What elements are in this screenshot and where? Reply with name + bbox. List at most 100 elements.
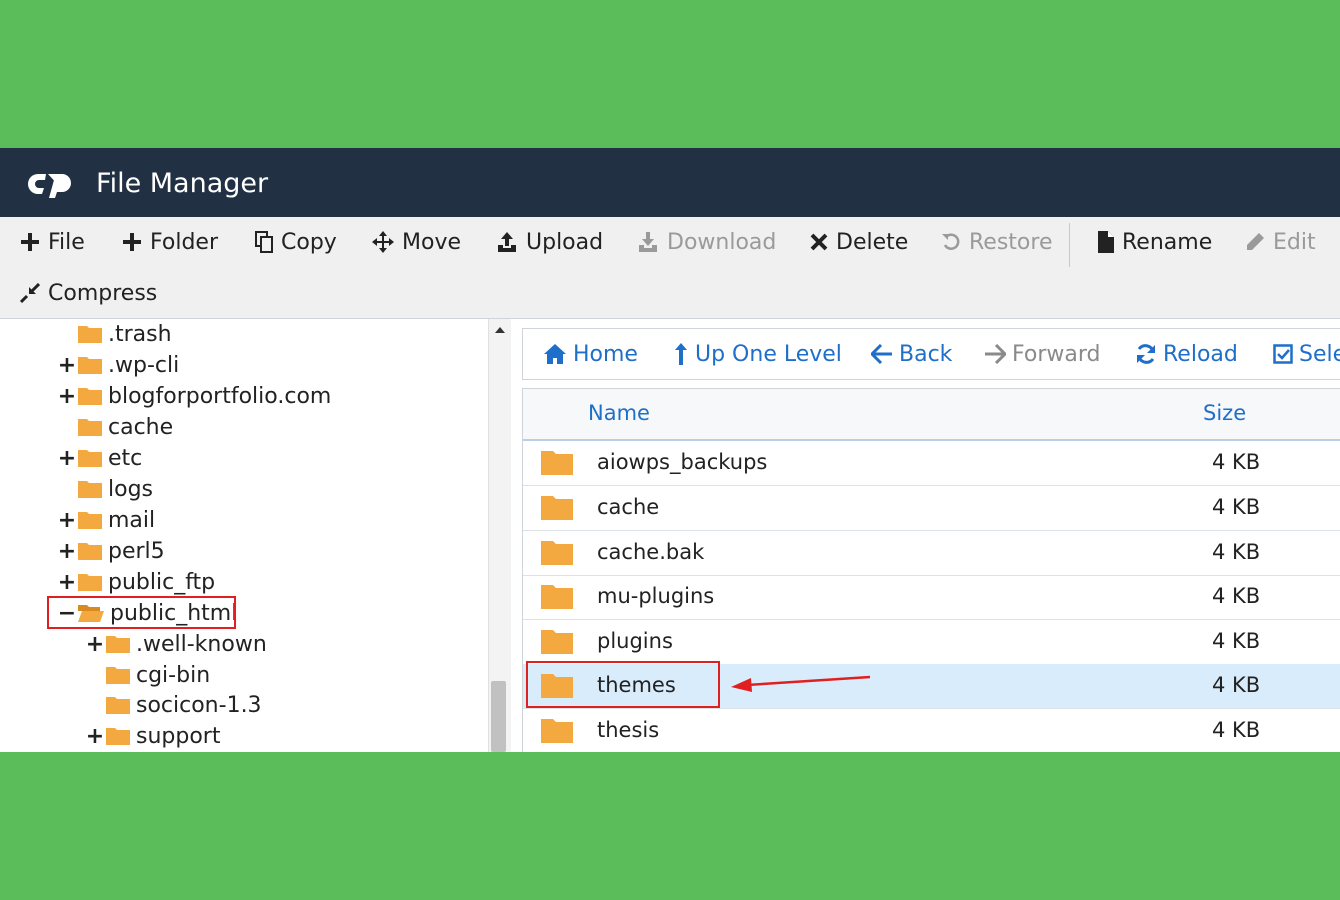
checkbox-icon xyxy=(1273,344,1293,364)
column-header-size[interactable]: Size xyxy=(1203,401,1246,425)
tree-item-trash[interactable]: .trash xyxy=(56,319,172,349)
up-one-level-button[interactable]: Up One Level xyxy=(673,329,842,379)
tree-item-label: etc xyxy=(108,445,143,471)
copy-icon xyxy=(255,231,273,253)
file-row[interactable]: mu-plugins 4 KB xyxy=(523,575,1340,620)
copy-button[interactable]: Copy xyxy=(255,217,337,267)
column-header-name[interactable]: Name xyxy=(588,401,650,425)
file-row[interactable]: aiowps_backups 4 KB xyxy=(523,441,1340,486)
tree-expander[interactable]: + xyxy=(56,539,78,564)
tree-item-support[interactable]: + support xyxy=(84,721,221,751)
toolbar: File Folder Copy Move Upload Download De… xyxy=(0,217,1340,319)
tree-item-label: blogforportfolio.com xyxy=(108,383,332,409)
folder-icon xyxy=(541,630,573,654)
tree-expander[interactable]: + xyxy=(56,384,78,409)
folder-icon xyxy=(78,543,102,560)
file-size: 4 KB xyxy=(1212,540,1261,564)
download-label: Download xyxy=(667,229,777,255)
delete-button[interactable]: Delete xyxy=(810,217,908,267)
arrow-up-icon xyxy=(675,343,687,365)
tree-expander[interactable]: + xyxy=(56,353,78,378)
file-row[interactable]: cache.bak 4 KB xyxy=(523,531,1340,576)
tree-item-cgi-bin[interactable]: cgi-bin xyxy=(84,660,210,690)
compress-label: Compress xyxy=(48,280,158,306)
file-row[interactable]: thesis 4 KB xyxy=(523,709,1340,752)
select-all-label: Sele xyxy=(1299,341,1340,367)
forward-label: Forward xyxy=(1012,341,1101,367)
pencil-icon xyxy=(1247,233,1264,250)
tree-expander[interactable]: + xyxy=(56,446,78,471)
tree-item-logs[interactable]: logs xyxy=(56,474,153,504)
folder-icon xyxy=(78,512,102,529)
back-label: Back xyxy=(899,341,953,367)
arrow-right-icon xyxy=(985,344,1006,364)
tree-item-label: .well-known xyxy=(136,631,267,657)
tree-scrollbar[interactable] xyxy=(488,319,511,752)
new-folder-button[interactable]: Folder xyxy=(122,217,218,267)
tree-expander[interactable]: + xyxy=(84,632,106,657)
edit-button[interactable]: Edit xyxy=(1245,217,1316,267)
restore-button[interactable]: Restore xyxy=(941,217,1052,267)
file-name: plugins xyxy=(597,629,673,653)
tree-item-public-ftp[interactable]: + public_ftp xyxy=(56,567,215,597)
file-size: 4 KB xyxy=(1212,584,1261,608)
undo-icon xyxy=(942,233,960,250)
tree-item-socicon[interactable]: socicon-1.3 xyxy=(84,690,262,720)
restore-label: Restore xyxy=(969,229,1053,255)
new-file-label: File xyxy=(48,229,85,255)
tree-item-cache[interactable]: cache xyxy=(56,412,173,442)
folder-icon xyxy=(106,728,130,745)
tree-expander[interactable]: + xyxy=(56,508,78,533)
up-one-level-label: Up One Level xyxy=(695,341,842,367)
tree-item-wp-cli[interactable]: + .wp-cli xyxy=(56,350,179,380)
folder-icon xyxy=(106,636,130,653)
file-size: 4 KB xyxy=(1212,673,1261,697)
tree-item-perl5[interactable]: + perl5 xyxy=(56,536,165,566)
folder-icon xyxy=(78,357,102,374)
tree-item-label: public_ftp xyxy=(108,569,216,595)
new-folder-label: Folder xyxy=(150,229,218,255)
move-button[interactable]: Move xyxy=(372,217,461,267)
arrow-left-icon xyxy=(871,344,892,364)
compress-button[interactable]: Compress xyxy=(20,268,157,318)
file-manager-window: File Manager File Folder Copy Move Uploa… xyxy=(0,148,1340,752)
directory-tree: .trash + .wp-cli + blogforportfolio.com … xyxy=(0,319,488,752)
app-title: File Manager xyxy=(96,168,269,199)
upload-button[interactable]: Upload xyxy=(496,217,603,267)
scroll-up-arrow-icon[interactable] xyxy=(495,327,505,333)
annotation-arrow-icon xyxy=(731,675,871,692)
tree-item-blogforportfolio[interactable]: + blogforportfolio.com xyxy=(56,381,332,411)
file-row[interactable]: cache 4 KB xyxy=(523,486,1340,531)
back-button[interactable]: Back xyxy=(871,329,952,379)
rename-button[interactable]: Rename xyxy=(1098,217,1212,267)
tree-expander[interactable]: + xyxy=(84,724,106,749)
copy-label: Copy xyxy=(281,229,337,255)
file-name: cache.bak xyxy=(597,540,705,564)
tree-item-label: logs xyxy=(108,476,153,502)
tree-item-label: .wp-cli xyxy=(108,352,180,378)
refresh-icon xyxy=(1137,344,1155,364)
download-button[interactable]: Download xyxy=(637,217,776,267)
reload-button[interactable]: Reload xyxy=(1135,329,1238,379)
select-all-button[interactable]: Sele xyxy=(1273,329,1340,379)
tree-item-well-known[interactable]: + .well-known xyxy=(84,629,267,659)
home-icon xyxy=(544,344,566,364)
home-button[interactable]: Home xyxy=(543,329,638,379)
navigation-bar: Home Up One Level Back Forward Reload Se… xyxy=(522,328,1340,380)
new-file-button[interactable]: File xyxy=(20,217,85,267)
document-icon xyxy=(1098,231,1114,253)
tree-item-label: cache xyxy=(108,414,174,440)
file-row[interactable]: plugins 4 KB xyxy=(523,620,1340,665)
tree-item-etc[interactable]: + etc xyxy=(56,443,142,473)
edit-label: Edit xyxy=(1273,229,1316,255)
download-icon xyxy=(639,232,657,252)
folder-icon xyxy=(78,419,102,436)
tree-item-label: .trash xyxy=(108,321,172,347)
plus-icon xyxy=(123,233,141,251)
delete-label: Delete xyxy=(836,229,909,255)
forward-button[interactable]: Forward xyxy=(984,329,1100,379)
tree-item-mail[interactable]: + mail xyxy=(56,505,155,535)
scroll-thumb[interactable] xyxy=(491,681,506,752)
tree-expander[interactable]: + xyxy=(56,570,78,595)
tree-item-label: perl5 xyxy=(108,538,165,564)
